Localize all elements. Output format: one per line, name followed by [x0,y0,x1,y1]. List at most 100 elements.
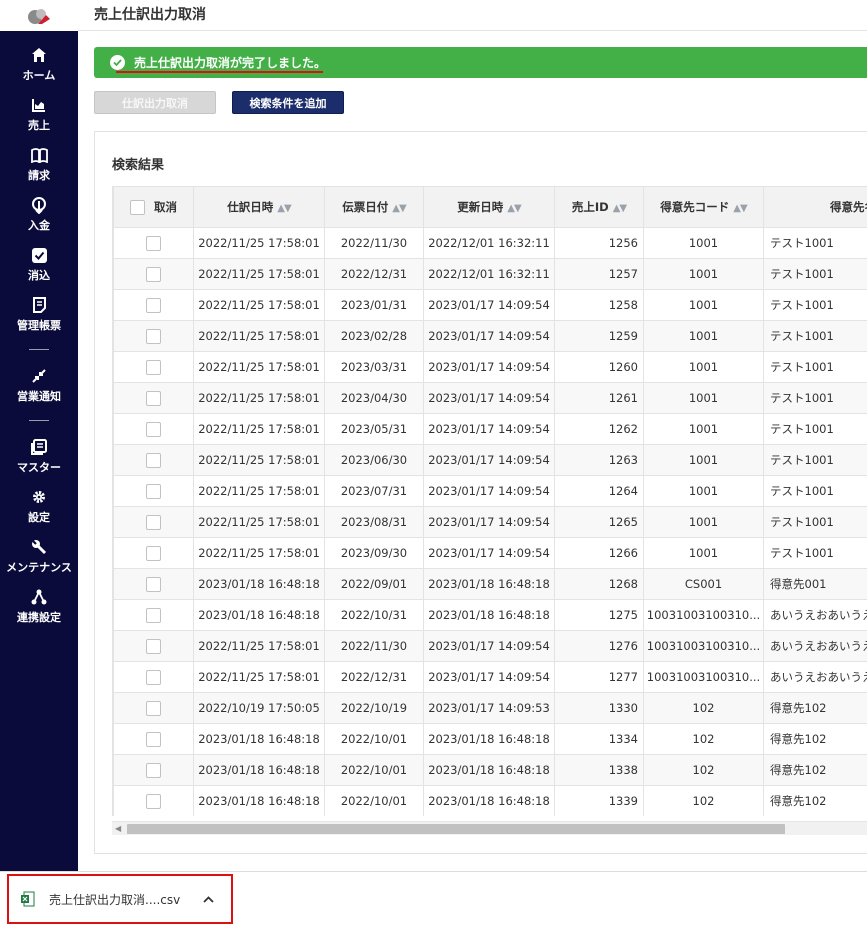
sales-id-cell: 1330 [554,692,644,724]
scroll-left-icon[interactable]: ◀ [115,824,121,833]
sales-id-cell: 1339 [554,785,644,816]
cancel-output-button[interactable]: 仕訳出力取消 [94,91,216,114]
updated-datetime-cell: 2023/01/17 14:09:53 [423,692,555,724]
cancel-cell [113,785,194,816]
customer-name-cell: 得意先102 [763,754,867,786]
sidebar-item-label: 設定 [28,511,50,524]
row-checkbox[interactable] [146,700,161,716]
slip-date-cell: 2023/02/28 [324,320,424,352]
chevron-up-icon[interactable] [203,892,214,906]
row-checkbox[interactable] [146,731,161,747]
row-checkbox[interactable] [146,359,161,375]
row-checkbox[interactable] [146,235,161,251]
report-icon [32,297,46,313]
row-checkbox[interactable] [146,669,161,685]
journal-datetime-cell: 2022/11/25 17:58:01 [193,661,325,693]
column-header-journal-datetime[interactable]: 仕訳日時 ▲▼ [193,186,325,228]
table-row: 2022/11/25 17:58:01 2022/11/30 2022/12/01 … [113,227,867,259]
row-checkbox[interactable] [146,483,161,499]
sales-id-cell: 1258 [554,289,644,321]
column-header-sales-id[interactable]: 売上ID ▲▼ [554,186,644,228]
row-checkbox[interactable] [146,638,161,654]
row-checkbox[interactable] [146,576,161,592]
sort-icon[interactable]: ▲▼ [733,203,747,214]
customer-name-cell: 得意先102 [763,692,867,724]
updated-datetime-cell: 2023/01/17 14:09:54 [423,506,555,538]
sidebar-item-maintenance[interactable]: メンテナンス [0,531,78,581]
sidebar-item-notifications[interactable]: 営業通知 [0,360,78,410]
customer-name-cell: テスト1001 [763,289,867,321]
add-search-condition-button[interactable]: 検索条件を追加 [232,91,344,114]
slip-date-cell: 2022/10/01 [324,723,424,755]
sort-icon[interactable]: ▲▼ [392,203,406,214]
top-bar: 売上仕訳出力取消 [78,0,867,31]
download-item[interactable]: 売上仕訳出力取消....csv [7,874,233,924]
updated-datetime-cell: 2023/01/17 14:09:54 [423,475,555,507]
journal-datetime-cell: 2022/11/25 17:58:01 [193,258,325,290]
customer-code-cell: 102 [643,754,764,786]
slip-date-cell: 2022/10/01 [324,785,424,816]
sidebar-item-reports[interactable]: 管理帳票 [0,289,78,339]
horizontal-scrollbar[interactable]: ◀ [112,821,867,835]
sort-icon[interactable]: ▲▼ [613,203,627,214]
row-checkbox[interactable] [146,297,161,313]
row-checkbox[interactable] [146,762,161,778]
column-header-updated-datetime[interactable]: 更新日時 ▲▼ [423,186,555,228]
download-file-name: 売上仕訳出力取消....csv [49,892,181,907]
sort-icon[interactable]: ▲▼ [507,203,521,214]
sales-id-cell: 1263 [554,444,644,476]
results-table-wrapper: 取消 仕訳日時 ▲▼ 伝票日付 ▲▼ 更新日時 ▲▼ 売上ID ▲▼ 得意先コード ▲▼ … [112,186,867,816]
row-checkbox[interactable] [146,514,161,530]
download-bar: 売上仕訳出力取消....csv [0,871,867,925]
row-checkbox[interactable] [146,421,161,437]
results-table-body: 2022/11/25 17:58:01 2022/11/30 2022/12/01 … [113,227,867,816]
sidebar-item-settings[interactable]: 設定 [0,481,78,531]
table-row: 2023/01/18 16:48:18 2022/10/31 2023/01/18 … [113,599,867,631]
scrollbar-thumb[interactable] [127,824,785,834]
row-checkbox[interactable] [146,452,161,468]
sidebar-item-reconcile[interactable]: 消込 [0,239,78,289]
customer-code-cell: 1001 [643,320,764,352]
sidebar-item-billing[interactable]: 請求 [0,139,78,189]
results-panel: 検索結果 取消 仕訳日時 ▲▼ 伝票日付 ▲▼ 更新日時 ▲▼ 売上ID ▲▼ 得意先コ… [94,131,867,854]
table-row: 2022/11/25 17:58:01 2022/12/31 2022/12/01 … [113,258,867,290]
row-checkbox[interactable] [146,266,161,282]
customer-name-cell: テスト1001 [763,382,867,414]
row-checkbox[interactable] [146,607,161,623]
customer-name-cell: 得意先001 [763,568,867,600]
row-checkbox[interactable] [146,390,161,406]
journal-datetime-cell: 2023/01/18 16:48:18 [193,785,325,816]
journal-datetime-cell: 2022/11/25 17:58:01 [193,537,325,569]
customer-code-cell: 1001 [643,506,764,538]
customer-name-cell: 得意先102 [763,785,867,816]
column-header-customer-code[interactable]: 得意先コード ▲▼ [643,186,764,228]
customer-name-cell: あいうえおあいうえ [763,599,867,631]
logo-icon [28,8,50,24]
app-logo[interactable] [0,0,78,31]
sidebar-item-deposit[interactable]: 入金 [0,189,78,239]
cancel-cell [113,413,194,445]
updated-datetime-cell: 2023/01/18 16:48:18 [423,599,555,631]
column-header-customer-name[interactable]: 得意先名 [763,186,867,228]
journal-datetime-cell: 2022/10/19 17:50:05 [193,692,325,724]
customer-code-cell: 1001 [643,475,764,507]
sidebar-item-integration[interactable]: 連携設定 [0,581,78,631]
customer-name-cell: テスト1001 [763,258,867,290]
column-header-slip-date[interactable]: 伝票日付 ▲▼ [324,186,424,228]
sidebar-item-sales[interactable]: 売上 [0,89,78,139]
journal-datetime-cell: 2022/11/25 17:58:01 [193,320,325,352]
customer-name-cell: テスト1001 [763,444,867,476]
select-all-checkbox[interactable] [129,200,145,215]
sort-icon[interactable]: ▲▼ [277,203,291,214]
row-checkbox[interactable] [146,793,161,809]
row-checkbox[interactable] [146,545,161,561]
cancel-cell [113,599,194,631]
sidebar-item-master[interactable]: マスター [0,431,78,481]
sidebar-item-home[interactable]: ホーム [0,39,78,89]
table-row: 2022/11/25 17:58:01 2023/07/31 2023/01/17 … [113,475,867,507]
row-checkbox[interactable] [146,328,161,344]
sales-id-cell: 1261 [554,382,644,414]
table-row: 2022/11/25 17:58:01 2023/02/28 2023/01/17 … [113,320,867,352]
customer-code-cell: 10031003100310... [643,630,764,662]
network-icon [31,589,47,605]
